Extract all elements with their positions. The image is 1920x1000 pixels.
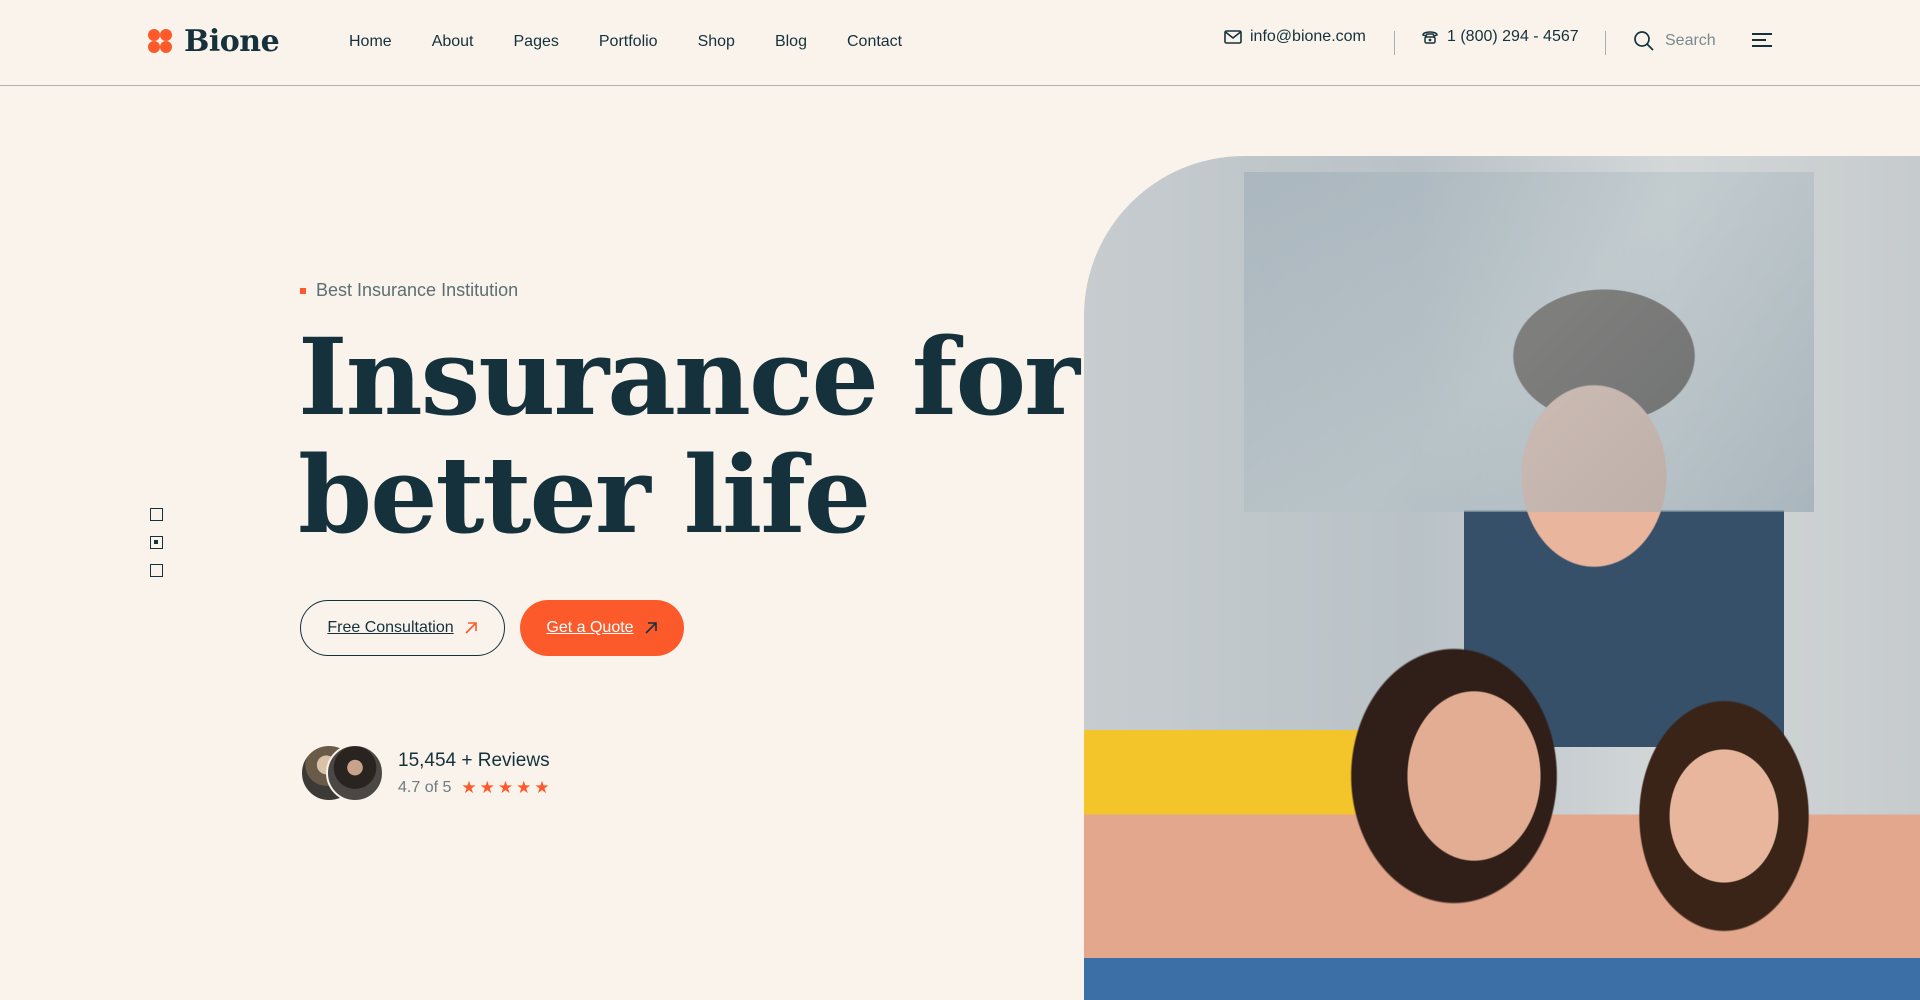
nav-home[interactable]: Home bbox=[349, 33, 392, 51]
headline-line-1: Insurance for bbox=[298, 314, 1080, 439]
headline-line-2: better life bbox=[298, 432, 871, 557]
hero-family-photo bbox=[1084, 156, 1920, 1000]
nav-contact[interactable]: Contact bbox=[847, 33, 902, 51]
slider-dot-active[interactable] bbox=[150, 536, 163, 549]
rating-text: 4.7 of 5 bbox=[398, 779, 452, 796]
photo-background-painting bbox=[1244, 172, 1814, 512]
reviewer-avatars bbox=[300, 744, 384, 804]
logo-icon bbox=[148, 28, 174, 55]
free-consultation-button[interactable]: Free Consultation bbox=[300, 600, 505, 656]
arrow-up-right-icon bbox=[645, 622, 657, 634]
phone-link[interactable]: 1 (800) 294 - 4567 bbox=[1421, 28, 1579, 46]
rating-stars: ★ ★ ★ ★ ★ bbox=[461, 778, 549, 798]
site-header: Bione Home About Pages Portfolio Shop Bl… bbox=[0, 0, 1920, 86]
slider-pagination bbox=[150, 508, 163, 592]
slider-dot[interactable] bbox=[150, 508, 163, 521]
brand-name: Bione bbox=[184, 24, 280, 59]
search-label: Search bbox=[1665, 32, 1716, 49]
nav-shop[interactable]: Shop bbox=[698, 33, 735, 51]
reviews-count: 15,454 + Reviews bbox=[398, 750, 550, 771]
star-icon: ★ bbox=[516, 778, 532, 797]
mail-icon bbox=[1224, 30, 1242, 44]
header-divider bbox=[1394, 31, 1395, 55]
avatar bbox=[326, 744, 384, 802]
phone-text: 1 (800) 294 - 4567 bbox=[1447, 28, 1579, 45]
brand-logo[interactable]: Bione bbox=[148, 24, 280, 59]
nav-blog[interactable]: Blog bbox=[775, 33, 807, 51]
nav-pages[interactable]: Pages bbox=[514, 33, 559, 51]
nav-about[interactable]: About bbox=[432, 33, 474, 51]
search-button[interactable]: Search bbox=[1633, 30, 1716, 52]
eyebrow-text: Best Insurance Institution bbox=[316, 280, 519, 300]
search-icon bbox=[1634, 31, 1654, 51]
hero-headline: Insurance for better life bbox=[298, 318, 1098, 554]
phone-icon bbox=[1422, 31, 1438, 44]
star-icon: ★ bbox=[461, 778, 477, 797]
hamburger-menu-icon[interactable] bbox=[1752, 33, 1772, 51]
slider-dot[interactable] bbox=[150, 564, 163, 577]
get-quote-label: Get a Quote bbox=[546, 619, 634, 636]
get-quote-button[interactable]: Get a Quote bbox=[520, 600, 684, 656]
star-icon: ★ bbox=[534, 778, 550, 797]
email-link[interactable]: info@bione.com bbox=[1224, 28, 1366, 46]
star-icon: ★ bbox=[479, 778, 495, 797]
header-divider bbox=[1605, 31, 1606, 55]
nav-portfolio[interactable]: Portfolio bbox=[599, 33, 658, 51]
star-icon: ★ bbox=[497, 778, 514, 797]
email-text: info@bione.com bbox=[1250, 28, 1366, 45]
main-nav: Home About Pages Portfolio Shop Blog Con… bbox=[349, 33, 942, 51]
hero-eyebrow: Best Insurance Institution bbox=[300, 280, 518, 301]
reviews-summary: 15,454 + Reviews 4.7 of 5 ★ ★ ★ ★ ★ bbox=[300, 744, 550, 804]
eyebrow-square-icon bbox=[300, 287, 306, 294]
arrow-up-right-icon bbox=[465, 622, 477, 634]
free-consultation-label: Free Consultation bbox=[327, 619, 454, 636]
